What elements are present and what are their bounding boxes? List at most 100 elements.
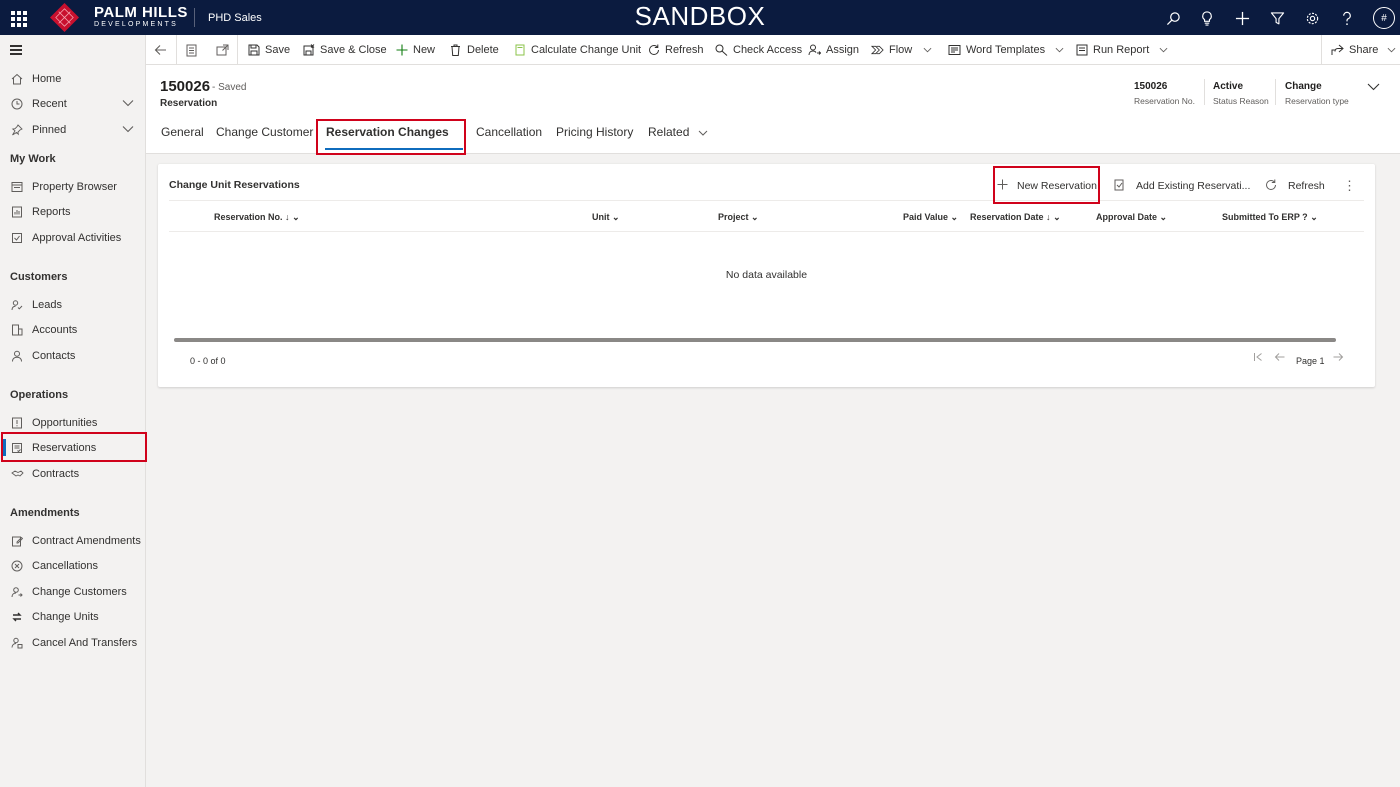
column-header-approval-date[interactable]: Approval Date ⌄ — [1096, 212, 1167, 223]
tab-general[interactable]: General — [161, 125, 204, 139]
chevron-down-icon: ⌄ — [751, 212, 759, 222]
filter-icon[interactable] — [1267, 8, 1287, 28]
environment-title: SANDBOX — [634, 1, 766, 31]
run-report-button[interactable]: Run Report — [1075, 35, 1168, 65]
sidebar-item-change-customers[interactable]: Change Customers — [0, 579, 146, 604]
add-existing-reservation-button[interactable]: Add Existing Reservati... — [1114, 174, 1250, 198]
app-launcher-icon[interactable] — [8, 8, 28, 28]
command-bar: Save Save & Close New Delete Calculate C… — [146, 35, 1400, 65]
check-access-button[interactable]: Check Access — [715, 35, 802, 65]
more-commands-icon[interactable]: ⋮ — [1343, 174, 1356, 198]
column-header-unit[interactable]: Unit ⌄ — [592, 212, 620, 223]
first-page-icon[interactable] — [1253, 352, 1263, 364]
tab-related[interactable]: Related — [648, 125, 708, 139]
refresh-icon — [647, 44, 660, 57]
save-button[interactable]: Save — [247, 35, 290, 65]
chevron-down-icon[interactable] — [122, 124, 134, 134]
sidebar-item-approval-activities[interactable]: Approval Activities — [0, 225, 146, 250]
sidebar-item-property-browser[interactable]: Property Browser — [0, 174, 146, 199]
tab-pricing-history[interactable]: Pricing History — [556, 125, 633, 139]
sidebar-item-leads[interactable]: Leads — [0, 292, 146, 317]
amendment-icon — [10, 534, 24, 548]
settings-icon[interactable] — [1302, 8, 1322, 28]
help-icon[interactable] — [1337, 8, 1357, 28]
expand-header-chevron-icon[interactable] — [1367, 83, 1380, 91]
save-and-close-button[interactable]: Save & Close — [302, 35, 387, 65]
app-name[interactable]: PHD Sales — [208, 12, 262, 24]
chevron-down-icon — [698, 130, 708, 136]
tab-cancellation[interactable]: Cancellation — [476, 125, 542, 139]
delete-button[interactable]: Delete — [449, 35, 499, 65]
next-page-icon[interactable] — [1333, 352, 1344, 364]
sidebar-item-label: Contacts — [32, 349, 76, 362]
previous-page-icon[interactable] — [1274, 352, 1285, 364]
horizontal-scrollbar[interactable] — [174, 338, 1336, 342]
sidebar-item-reports[interactable]: Reports — [0, 199, 146, 224]
sidebar-item-label: Cancel And Transfers — [32, 636, 138, 649]
new-button[interactable]: New — [395, 35, 435, 65]
sort-down-icon: ↓ — [1046, 212, 1051, 222]
chevron-down-icon[interactable] — [122, 98, 134, 108]
header-field-value: Active — [1213, 81, 1244, 92]
sidebar-item-recent[interactable]: Recent — [0, 91, 146, 116]
sidebar-item-label: Property Browser — [32, 180, 117, 193]
sidebar-section-title: My Work — [10, 153, 56, 165]
sidebar-item-contract-amendments[interactable]: Contract Amendments — [0, 528, 146, 553]
open-new-window-button[interactable] — [216, 35, 229, 65]
sidebar-item-accounts[interactable]: Accounts — [0, 317, 146, 342]
column-header-paid-value[interactable]: Paid Value ⌄ — [903, 212, 958, 223]
sidebar-item-contracts[interactable]: Contracts — [0, 461, 146, 486]
assign-button[interactable]: Assign — [808, 35, 859, 65]
save-status: - Saved — [212, 82, 247, 93]
sidebar-item-cancel-and-transfers[interactable]: Cancel And Transfers — [0, 630, 146, 655]
delete-label: Delete — [467, 44, 499, 56]
sidebar-item-contacts[interactable]: Contacts — [0, 343, 146, 368]
header-field-value: 150026 — [1134, 81, 1168, 92]
share-button[interactable]: Share — [1331, 35, 1396, 65]
header-field-label: Status Reason — [1213, 96, 1269, 106]
refresh-button[interactable]: Refresh — [647, 35, 704, 65]
sidebar-item-label: Approval Activities — [32, 231, 122, 244]
contract-icon — [10, 467, 24, 481]
sidebar-item-reservations[interactable]: Reservations — [0, 435, 146, 460]
plus-icon — [395, 44, 408, 57]
change-customer-icon — [10, 585, 24, 599]
add-existing-label: Add Existing Reservati... — [1136, 180, 1251, 192]
column-header-submitted-to-erp[interactable]: Submitted To ERP ? ⌄ — [1222, 212, 1318, 223]
sidebar-item-opportunities[interactable]: Opportunities — [0, 410, 146, 435]
header-field-label: Reservation No. — [1134, 96, 1195, 106]
sidebar-item-label: Accounts — [32, 323, 78, 336]
sidebar-item-label: Reservations — [32, 441, 97, 454]
logo-title: PALM HILLS — [94, 4, 188, 21]
pin-icon — [10, 123, 24, 137]
sidebar-item-home[interactable]: Home — [0, 66, 146, 91]
column-header-label: Reservation Date — [970, 212, 1044, 222]
subgrid-refresh-button[interactable]: Refresh — [1265, 174, 1325, 198]
column-header-project[interactable]: Project ⌄ — [718, 212, 759, 223]
chevron-down-icon: ⌄ — [612, 212, 620, 222]
calculate-change-unit-button[interactable]: Calculate Change Unit — [513, 35, 641, 65]
sidebar-item-label: Recent — [32, 97, 67, 110]
back-button[interactable] — [154, 35, 167, 65]
sidebar-item-change-units[interactable]: Change Units — [0, 604, 146, 629]
tab-reservation-changes[interactable]: Reservation Changes — [326, 125, 449, 139]
column-header-reservation-date[interactable]: Reservation Date ↓ ⌄ — [970, 212, 1061, 223]
word-templates-button[interactable]: Word Templates — [948, 35, 1064, 65]
clock-icon — [10, 97, 24, 111]
column-header-reservation-no[interactable]: Reservation No. ↓ ⌄ — [214, 212, 300, 223]
plus-icon[interactable] — [1232, 8, 1252, 28]
new-reservation-button[interactable]: New Reservation — [997, 174, 1097, 198]
hamburger-icon[interactable] — [10, 45, 22, 55]
assign-label: Assign — [826, 44, 860, 56]
lightbulb-icon[interactable] — [1197, 8, 1217, 28]
chevron-down-icon — [923, 47, 932, 53]
search-icon[interactable] — [1163, 8, 1183, 28]
command-separator — [237, 35, 238, 65]
browser-icon — [10, 180, 24, 194]
flow-button[interactable]: Flow — [871, 35, 932, 65]
tab-change-customer[interactable]: Change Customer — [216, 125, 313, 139]
form-view-button[interactable] — [186, 35, 197, 65]
sidebar-item-cancellations[interactable]: Cancellations — [0, 553, 146, 578]
user-avatar[interactable]: # — [1373, 7, 1395, 29]
sidebar-item-pinned[interactable]: Pinned — [0, 117, 146, 142]
